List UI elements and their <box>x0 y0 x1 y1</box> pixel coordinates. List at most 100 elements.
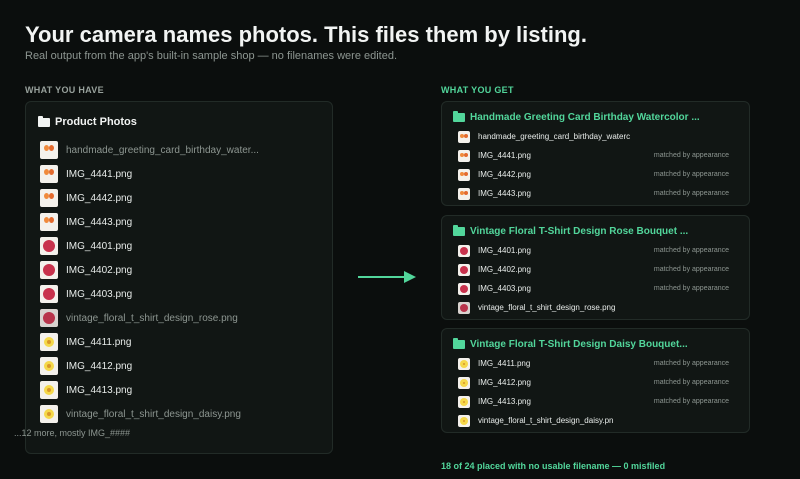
file-thumbnail <box>458 395 470 408</box>
group-card-1: Vintage Floral T-Shirt Design Rose Bouqu… <box>441 215 750 320</box>
file-name: IMG_4401.png <box>66 240 133 252</box>
file-thumbnail <box>458 357 470 370</box>
file-thumbnail <box>40 309 58 327</box>
file-thumbnail <box>40 381 58 399</box>
file-name: IMG_4401.png <box>478 246 531 255</box>
file-thumbnail <box>458 130 470 143</box>
page-subtitle: Real output from the app's built-in samp… <box>25 50 398 62</box>
file-name: IMG_4411.png <box>66 336 132 348</box>
file-name: IMG_4403.png <box>478 284 531 293</box>
product-photos-folder[interactable]: Product Photos <box>38 115 137 128</box>
file-thumbnail <box>40 165 58 183</box>
file-name: IMG_4443.png <box>478 189 531 198</box>
group-file-row[interactable]: IMG_4442.png matched by appearance <box>458 165 729 184</box>
file-thumbnail <box>40 405 58 423</box>
file-row[interactable]: IMG_4443.png <box>40 210 259 234</box>
page-title: Your camera names photos. This files the… <box>25 22 587 47</box>
file-thumbnail <box>40 333 58 351</box>
file-name: vintage_floral_t_shirt_design_daisy.pn <box>478 416 614 425</box>
file-name: vintage_floral_t_shirt_design_rose.png <box>66 312 238 324</box>
group-file-list: IMG_4411.png matched by appearance IMG_441… <box>458 354 729 430</box>
group-file-row[interactable]: IMG_4443.png matched by appearance <box>458 184 729 203</box>
match-reason: matched by appearance <box>653 379 729 386</box>
group-file-row[interactable]: vintage_floral_t_shirt_design_rose.png <box>458 298 729 317</box>
file-name: IMG_4441.png <box>66 168 133 180</box>
file-name: IMG_4412.png <box>66 360 133 372</box>
file-name: IMG_4443.png <box>66 216 133 228</box>
file-row[interactable]: IMG_4442.png <box>40 186 259 210</box>
have-panel: Product Photos handmade_greeting_card_bi… <box>25 101 333 454</box>
folder-name: Product Photos <box>55 116 137 128</box>
file-thumbnail <box>458 282 470 295</box>
file-name: IMG_4441.png <box>478 151 531 160</box>
file-thumbnail <box>458 376 470 389</box>
what-you-have-label: WHAT YOU HAVE <box>25 85 104 95</box>
file-name: IMG_4442.png <box>478 170 531 179</box>
group-file-row[interactable]: IMG_4402.png matched by appearance <box>458 260 729 279</box>
file-name: vintage_floral_t_shirt_design_daisy.png <box>66 408 241 420</box>
file-thumbnail <box>458 414 470 427</box>
file-thumbnail <box>40 189 58 207</box>
file-name: IMG_4413.png <box>478 397 531 406</box>
file-name: IMG_4413.png <box>66 384 133 396</box>
group-title[interactable]: Vintage Floral T-Shirt Design Rose Bouqu… <box>453 225 689 237</box>
match-reason: matched by appearance <box>653 171 729 178</box>
file-name: handmade_greeting_card_birthday_waterc <box>478 132 631 141</box>
group-title-label: Vintage Floral T-Shirt Design Rose Bouqu… <box>470 226 689 237</box>
file-row[interactable]: IMG_4411.png <box>40 330 259 354</box>
arrow-right-icon <box>358 271 416 283</box>
file-thumbnail <box>40 357 58 375</box>
file-name: handmade_greeting_card_birthday_water... <box>66 144 259 156</box>
group-file-row[interactable]: IMG_4413.png matched by appearance <box>458 392 729 411</box>
summary-note: 18 of 24 placed with no usable filename … <box>441 461 666 471</box>
folder-icon <box>453 338 465 349</box>
file-thumbnail <box>40 285 58 303</box>
file-name: IMG_4412.png <box>478 378 531 387</box>
file-name: IMG_4403.png <box>66 288 133 300</box>
file-row[interactable]: IMG_4441.png <box>40 162 259 186</box>
group-file-row[interactable]: IMG_4403.png matched by appearance <box>458 279 729 298</box>
file-row[interactable]: vintage_floral_t_shirt_design_daisy.png <box>40 402 259 426</box>
group-file-row[interactable]: IMG_4411.png matched by appearance <box>458 354 729 373</box>
group-file-row[interactable]: handmade_greeting_card_birthday_waterc <box>458 127 729 146</box>
file-row[interactable]: IMG_4413.png <box>40 378 259 402</box>
group-file-list: IMG_4401.png matched by appearance IMG_440… <box>458 241 729 317</box>
group-title[interactable]: Vintage Floral T-Shirt Design Daisy Bouq… <box>453 338 688 350</box>
file-row[interactable]: IMG_4402.png <box>40 258 259 282</box>
group-file-list: handmade_greeting_card_birthday_waterc IM… <box>458 127 729 203</box>
file-name: IMG_4402.png <box>478 265 531 274</box>
file-name: IMG_4402.png <box>66 264 133 276</box>
have-file-list: handmade_greeting_card_birthday_water...… <box>40 138 259 426</box>
file-row[interactable]: IMG_4403.png <box>40 282 259 306</box>
file-thumbnail <box>40 237 58 255</box>
file-row[interactable]: IMG_4412.png <box>40 354 259 378</box>
file-row[interactable]: vintage_floral_t_shirt_design_rose.png <box>40 306 259 330</box>
file-row[interactable]: handmade_greeting_card_birthday_water... <box>40 138 259 162</box>
file-name: vintage_floral_t_shirt_design_rose.png <box>478 303 616 312</box>
file-name: IMG_4442.png <box>66 192 133 204</box>
file-thumbnail <box>458 168 470 181</box>
match-reason: matched by appearance <box>653 152 729 159</box>
group-file-row[interactable]: IMG_4441.png matched by appearance <box>458 146 729 165</box>
file-thumbnail <box>458 263 470 276</box>
match-reason: matched by appearance <box>653 285 729 292</box>
file-thumbnail <box>458 244 470 257</box>
folder-icon <box>38 115 50 127</box>
group-file-row[interactable]: IMG_4401.png matched by appearance <box>458 241 729 260</box>
match-reason: matched by appearance <box>653 247 729 254</box>
folder-icon <box>453 111 465 122</box>
page: Your camera names photos. This files the… <box>0 0 800 479</box>
file-thumbnail <box>458 149 470 162</box>
folder-icon <box>453 225 465 236</box>
group-file-row[interactable]: IMG_4412.png matched by appearance <box>458 373 729 392</box>
group-title[interactable]: Handmade Greeting Card Birthday Watercol… <box>453 111 700 123</box>
match-reason: matched by appearance <box>653 266 729 273</box>
file-thumbnail <box>40 261 58 279</box>
file-row[interactable]: IMG_4401.png <box>40 234 259 258</box>
match-reason: matched by appearance <box>653 398 729 405</box>
what-you-get-label: WHAT YOU GET <box>441 85 514 95</box>
more-files-note: ...12 more, mostly IMG_#### <box>14 428 131 438</box>
group-title-label: Vintage Floral T-Shirt Design Daisy Bouq… <box>470 339 688 350</box>
file-thumbnail <box>40 141 58 159</box>
group-file-row[interactable]: vintage_floral_t_shirt_design_daisy.pn <box>458 411 729 430</box>
